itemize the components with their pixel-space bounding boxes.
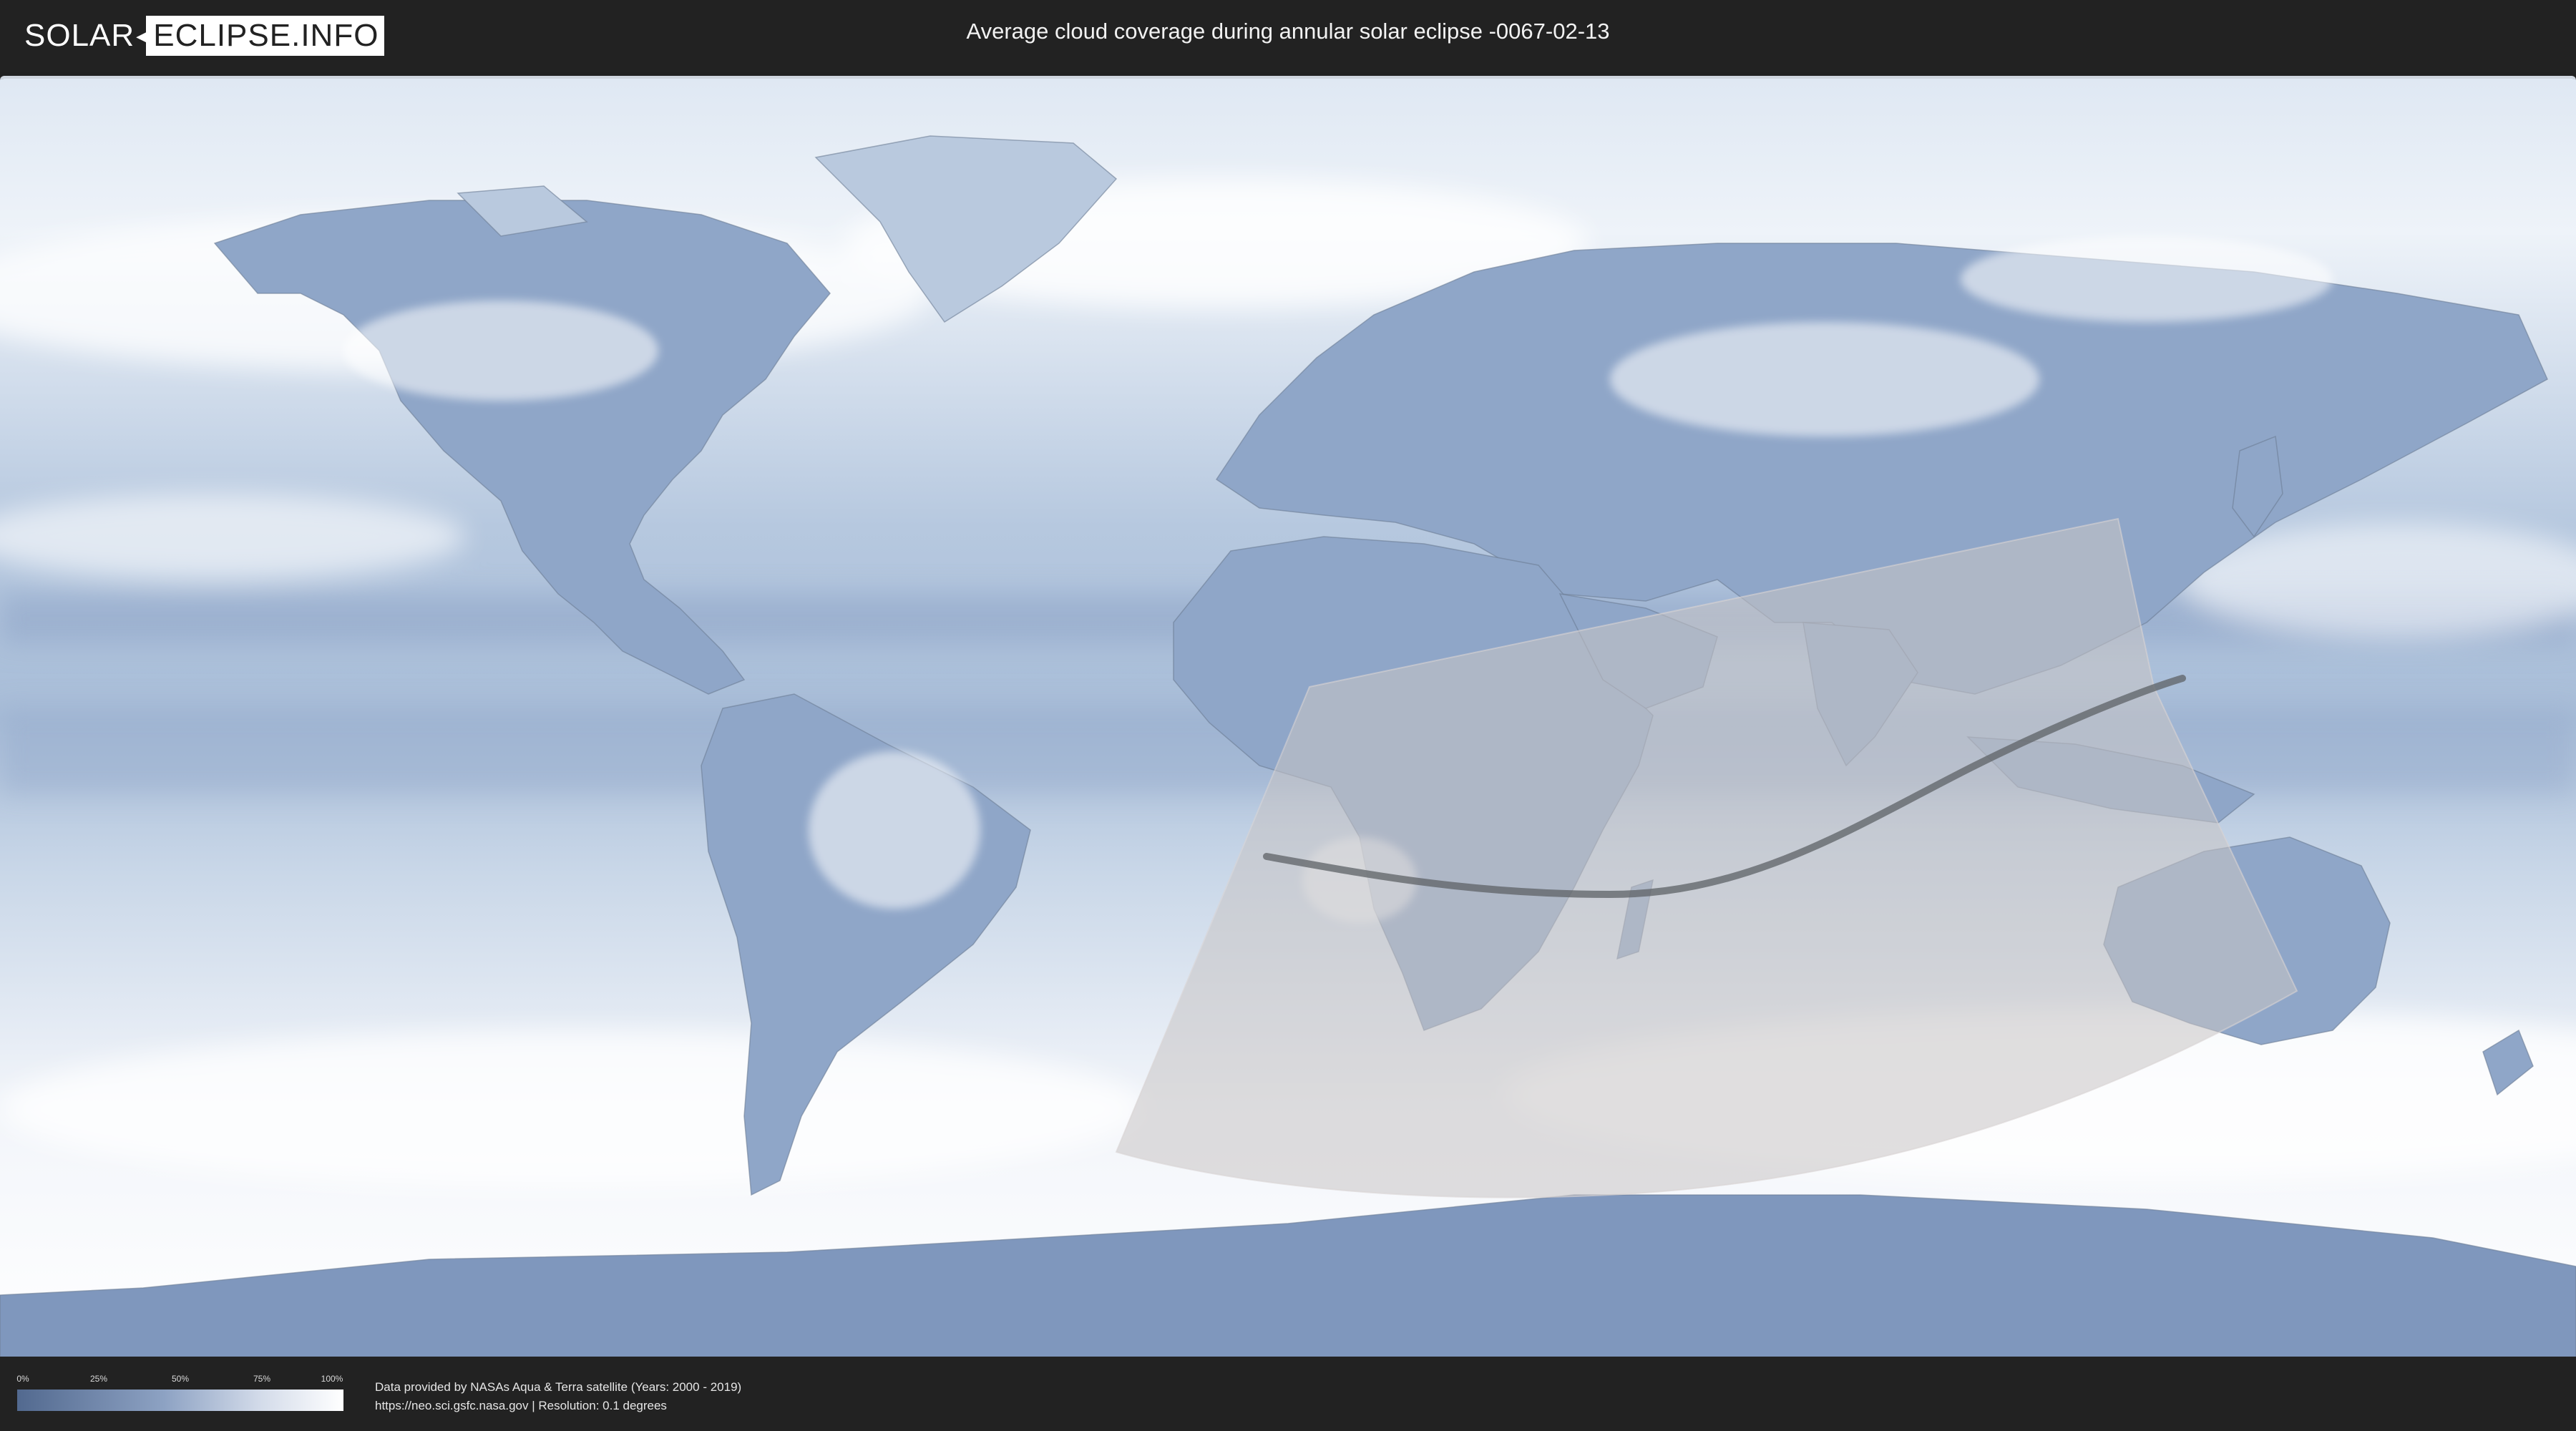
legend-tick: 25% <box>89 1374 108 1384</box>
legend-tick: 100% <box>321 1374 343 1384</box>
legend-color-scale <box>17 1390 343 1411</box>
legend-tick: 75% <box>253 1374 271 1384</box>
cloud-coverage-map[interactable] <box>0 76 2576 1359</box>
credits-line-url: https://neo.sci.gsfc.nasa.gov | Resoluti… <box>375 1399 667 1412</box>
cloud-coverage-legend: 0% 25% 50% 75% 100% <box>16 1374 343 1414</box>
page-title: Average cloud coverage during annular so… <box>966 19 1610 44</box>
header-bar: SOLAR ◂ ECLIPSE.INFO Average cloud cover… <box>0 0 2576 72</box>
world-map-svg <box>0 79 2576 1359</box>
legend-ticks: 0% 25% 50% 75% 100% <box>16 1374 343 1387</box>
credits-line-source: Data provided by NASAs Aqua & Terra sate… <box>375 1380 742 1394</box>
data-credits: Data provided by NASAs Aqua & Terra sate… <box>375 1378 741 1415</box>
legend-tick: 0% <box>16 1374 29 1384</box>
legend-tick: 50% <box>171 1374 190 1384</box>
